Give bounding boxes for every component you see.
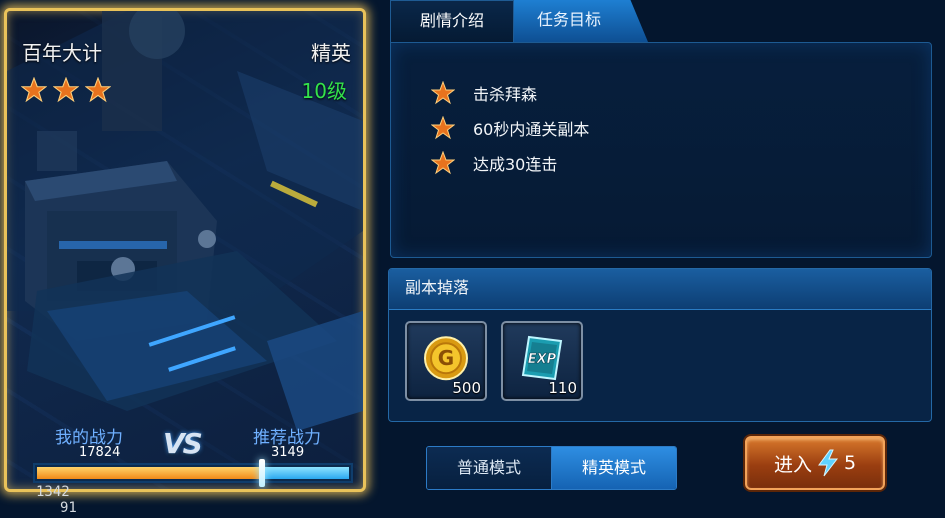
mission-card: 百年大计 精英 10级 我的战力 17824 VS 推荐战力 3149 bbox=[4, 8, 366, 492]
debug-overlay: 1342 91 bbox=[0, 484, 77, 516]
star-icon bbox=[53, 77, 79, 103]
power-bar-mine bbox=[37, 467, 262, 479]
goal-list: 击杀拜森 60秒内通关副本 达成30连击 bbox=[431, 75, 589, 180]
difficulty-label: 精英 bbox=[311, 41, 351, 65]
star-icon bbox=[85, 77, 111, 103]
tab-mission-goals[interactable]: 任务目标 bbox=[502, 0, 648, 42]
tab-story-intro[interactable]: 剧情介绍 bbox=[390, 0, 514, 43]
mission-goals-panel: 击杀拜森 60秒内通关副本 达成30连击 bbox=[390, 42, 932, 258]
drop-items: G 500 EXP 110 bbox=[405, 321, 583, 401]
power-bar bbox=[33, 459, 353, 487]
power-bar-recommended bbox=[262, 467, 349, 479]
debug-line-2: 91 bbox=[60, 500, 77, 516]
star-icon bbox=[431, 115, 455, 139]
svg-text:G: G bbox=[438, 346, 454, 370]
recommended-power-value: 3149 bbox=[271, 445, 305, 460]
goal-text: 击杀拜森 bbox=[473, 84, 538, 104]
power-bar-marker bbox=[259, 459, 265, 487]
vs-badge: VS bbox=[163, 427, 203, 460]
power-comparison: 我的战力 17824 VS 推荐战力 3149 bbox=[7, 423, 363, 463]
energy-cost: 5 bbox=[843, 452, 857, 474]
goal-item: 击杀拜森 bbox=[431, 75, 589, 110]
drop-item-gold[interactable]: G 500 bbox=[405, 321, 487, 401]
drop-item-exp[interactable]: EXP 110 bbox=[501, 321, 583, 401]
enter-button[interactable]: 进入 5 bbox=[745, 436, 885, 490]
my-power-value: 17824 bbox=[79, 445, 121, 460]
star-icon bbox=[21, 77, 47, 103]
exp-card-icon: EXP bbox=[521, 335, 563, 381]
goal-item: 达成30连击 bbox=[431, 145, 589, 180]
goal-item: 60秒内通关副本 bbox=[431, 110, 589, 145]
mission-stars bbox=[21, 77, 111, 103]
drop-quantity: 500 bbox=[452, 379, 481, 397]
mission-title: 百年大计 bbox=[22, 41, 102, 65]
energy-bolt-icon bbox=[817, 449, 838, 477]
gold-coin-icon: G bbox=[424, 336, 468, 381]
drops-panel: 副本掉落 G 500 EXP 110 bbox=[388, 268, 932, 422]
goal-text: 60秒内通关副本 bbox=[473, 119, 590, 139]
elite-mode-button[interactable]: 精英模式 bbox=[552, 447, 676, 489]
star-icon bbox=[431, 150, 455, 174]
drop-quantity: 110 bbox=[548, 379, 577, 397]
enter-label: 进入 bbox=[773, 453, 812, 476]
svg-text:EXP: EXP bbox=[528, 352, 557, 367]
debug-line-1: 1342 bbox=[36, 484, 70, 500]
mission-level: 10级 bbox=[301, 79, 347, 103]
tab-label: 任务目标 bbox=[536, 10, 601, 29]
star-icon bbox=[431, 80, 455, 104]
mode-toggle: 普通模式 精英模式 bbox=[426, 446, 677, 490]
drops-header: 副本掉落 bbox=[389, 269, 931, 310]
tab-label: 剧情介绍 bbox=[419, 11, 484, 30]
normal-mode-button[interactable]: 普通模式 bbox=[427, 447, 552, 489]
goal-text: 达成30连击 bbox=[473, 154, 558, 174]
